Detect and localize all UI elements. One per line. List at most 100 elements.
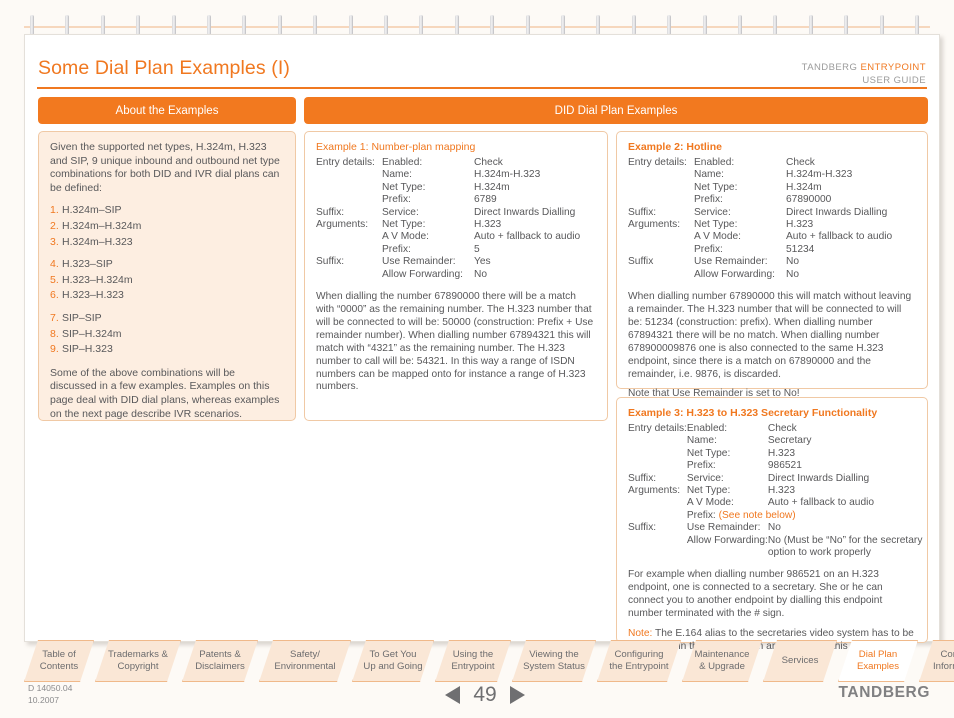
details-cell-c2: Prefix: bbox=[686, 460, 716, 472]
details-cell-c1: Suffix: bbox=[316, 256, 345, 268]
about-combination-list: 1. H.324m–SIP 2. H.324m–H.324m 3. H.324m–H.32… bbox=[50, 203, 284, 357]
details-cell-c1 bbox=[316, 169, 382, 181]
footer-tab-label: Viewing the bbox=[529, 648, 579, 660]
binding-ring bbox=[525, 15, 530, 35]
footer-tab-label: Configuring bbox=[614, 648, 664, 660]
footer-tab-label: Using the bbox=[452, 648, 494, 660]
section-bar-did[interactable]: DID Dial Plan Examples bbox=[304, 97, 928, 124]
example-3-prefix-label: Prefix: bbox=[686, 509, 719, 521]
details-cell-c2: Name: bbox=[686, 435, 717, 447]
footer-tab-services[interactable]: Services bbox=[763, 640, 837, 682]
footer-tab-label: Contact bbox=[940, 648, 953, 660]
details-cell-c3: H.324m bbox=[474, 181, 510, 193]
footer-tab-label: Contents bbox=[39, 661, 79, 672]
details-cell-c1 bbox=[628, 244, 694, 256]
footer-tab-dial-plan-examples[interactable]: Dial Plan Examples bbox=[838, 640, 918, 682]
page-number: 49 bbox=[473, 683, 497, 706]
footer-tab-table-of-contents[interactable]: Table of Contents bbox=[24, 640, 94, 682]
footer-tab-to-get-you-up-and-going[interactable]: To Get You Up and Going bbox=[352, 640, 434, 682]
details-cell-c1 bbox=[628, 535, 687, 547]
details-cell-c3: No bbox=[474, 268, 488, 280]
details-cell-c2: Prefix: bbox=[382, 243, 411, 255]
details-row: Net Type: H.324m bbox=[316, 182, 596, 194]
brand-product: ENTRYPOINT bbox=[860, 62, 926, 73]
footer-tab-maintenance-upgrade[interactable]: Maintenance & Upgrade bbox=[682, 640, 762, 682]
details-cell-c1 bbox=[316, 269, 382, 281]
details-cell-c3: 6789 bbox=[474, 194, 497, 206]
footer-tab-label: Up and Going bbox=[363, 661, 423, 672]
details-cell-c3: Direct Inwards Dialling bbox=[767, 472, 870, 484]
document-date: 10.2007 bbox=[28, 694, 60, 705]
details-row: Entry details: Enabled: Check bbox=[628, 423, 922, 435]
binding-ring bbox=[738, 15, 742, 35]
footer-tab-configuring-the-entrypoint[interactable]: Configuring the Entrypoint bbox=[597, 640, 681, 682]
binding-ring bbox=[454, 15, 459, 35]
about-intro: Given the supported net types, H.324m, H… bbox=[50, 141, 280, 194]
footer-tab-trademarks-copyright[interactable]: Trademarks & Copyright bbox=[95, 640, 181, 682]
binding-ring bbox=[100, 15, 105, 35]
about-list-number: 7. bbox=[50, 311, 59, 324]
details-cell-c2: Net Type: bbox=[382, 181, 426, 193]
panel-about-the-examples: Given the supported net types, H.324m, H… bbox=[38, 131, 296, 421]
binding-ring bbox=[30, 15, 34, 35]
footer-tab-viewing-the-system-status[interactable]: Viewing the System Status bbox=[512, 640, 596, 682]
footer-tab-label-group: Patents & Disclaimers bbox=[189, 649, 251, 673]
details-cell-c3: H.323 bbox=[786, 219, 814, 231]
details-cell-c1 bbox=[628, 448, 687, 460]
details-cell-c3: Direct Inwards Dialling bbox=[474, 206, 576, 218]
details-cell-c3: H.324m-H.323 bbox=[474, 169, 541, 181]
details-cell-c1 bbox=[628, 231, 694, 243]
about-list-label: H.323–H.324m bbox=[62, 273, 133, 286]
details-row: Net Type: H.324m bbox=[628, 182, 916, 194]
details-cell-c1 bbox=[628, 269, 694, 281]
about-list-number: 8. bbox=[50, 327, 59, 340]
section-bar-about[interactable]: About the Examples bbox=[38, 97, 296, 124]
binding-ring bbox=[242, 15, 247, 35]
about-list-number: 3. bbox=[50, 235, 59, 248]
footer-tab-label: Environmental bbox=[274, 661, 336, 672]
footer-tab-label: Copyright bbox=[117, 661, 159, 672]
footer-tab-nav[interactable]: Table of Contents Trademarks & Copyright Pat… bbox=[24, 640, 932, 682]
binding-ring bbox=[490, 15, 495, 35]
previous-page-icon[interactable] bbox=[445, 686, 461, 704]
details-cell-c3: Yes bbox=[474, 256, 491, 268]
details-cell-c3: Secretary bbox=[767, 435, 812, 447]
details-row: Arguments: Net Type: H.323 bbox=[628, 219, 916, 231]
details-cell-c1 bbox=[316, 182, 382, 194]
details-cell-c2: Allow Forwarding: bbox=[686, 534, 768, 546]
example-1-title: Example 1: Number-plan mapping bbox=[316, 141, 476, 153]
footer-tab-label: Safety/ bbox=[290, 648, 320, 660]
about-list-item: 9. SIP–H.323 bbox=[50, 342, 284, 358]
footer-tab-patents-disclaimers[interactable]: Patents & Disclaimers bbox=[182, 640, 258, 682]
details-cell-c3: No bbox=[786, 256, 800, 268]
details-cell-c3: Auto + fallback to audio bbox=[786, 231, 893, 243]
details-cell-c1: Arguments: bbox=[628, 485, 681, 497]
details-cell-c3: No bbox=[767, 522, 781, 534]
example-2-details-table: Entry details: Enabled: Check Name: H.324m-H… bbox=[628, 157, 916, 281]
footer-tab-label: Dial Plan bbox=[858, 648, 898, 660]
footer-tab-using-the-entrypoint[interactable]: Using the Entrypoint bbox=[435, 640, 511, 682]
details-cell-c2: Net Type: bbox=[686, 485, 731, 497]
details-row: Entry details: Enabled: Check bbox=[316, 157, 596, 169]
details-cell-c2: A V Mode: bbox=[382, 231, 430, 243]
footer-tab-safety-environmental[interactable]: Safety/Environmental bbox=[259, 640, 351, 682]
details-cell-c2: Enabled: bbox=[382, 157, 423, 168]
binding-ring bbox=[667, 15, 672, 35]
next-page-icon[interactable] bbox=[509, 686, 525, 704]
brand-subtitle: USER GUIDE bbox=[862, 75, 926, 86]
details-cell-c2: Name: bbox=[382, 169, 413, 181]
about-list-label: SIP–H.323 bbox=[62, 343, 113, 356]
binding-ring bbox=[596, 15, 601, 35]
footer-tab-contact-information[interactable]: ContactInformation bbox=[919, 640, 954, 682]
details-cell-c3: Check bbox=[474, 157, 503, 168]
binding-ring bbox=[313, 15, 318, 35]
details-cell-c3: 986521 bbox=[767, 460, 802, 472]
details-cell-c2: Net Type: bbox=[694, 181, 738, 193]
details-cell-c2: Enabled: bbox=[686, 423, 728, 434]
footer-tab-label-group: To Get You Up and Going bbox=[357, 649, 428, 673]
details-cell-c3: H.324m-H.323 bbox=[786, 169, 853, 181]
footer-tab-label-group: Dial Plan Examples bbox=[851, 649, 905, 673]
details-cell-c2: Prefix: bbox=[382, 194, 411, 206]
about-list-item: 3. H.324m–H.323 bbox=[50, 235, 284, 251]
details-cell-c1: Entry details: bbox=[628, 157, 687, 168]
